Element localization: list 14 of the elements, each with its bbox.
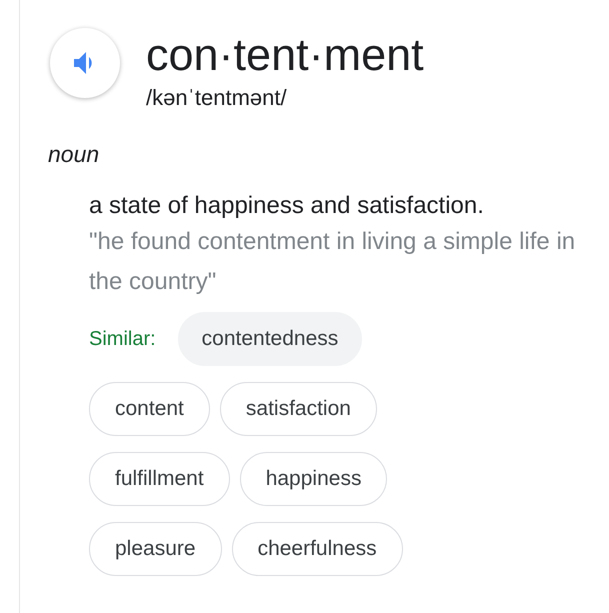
similar-label: Similar:: [89, 328, 156, 350]
definition: a state of happiness and satisfaction.: [89, 192, 485, 220]
synonym-chip[interactable]: pleasure: [89, 522, 222, 576]
synonym-chip[interactable]: happiness: [240, 452, 388, 506]
synonym-chip[interactable]: contentedness: [178, 312, 362, 366]
part-of-speech: noun: [48, 141, 100, 168]
synonym-chip[interactable]: fulfillment: [89, 452, 230, 506]
example-sentence: "he found contentment in living a simple life in the country": [89, 227, 576, 297]
pronunciation: /kənˈtentmənt/: [146, 85, 288, 111]
speaker-button[interactable]: [50, 28, 120, 98]
synonym-chip[interactable]: content: [89, 382, 210, 436]
headword: con·tent·ment: [146, 29, 424, 81]
synonym-chip[interactable]: cheerfulness: [232, 522, 403, 576]
synonym-chip[interactable]: satisfaction: [220, 382, 377, 436]
